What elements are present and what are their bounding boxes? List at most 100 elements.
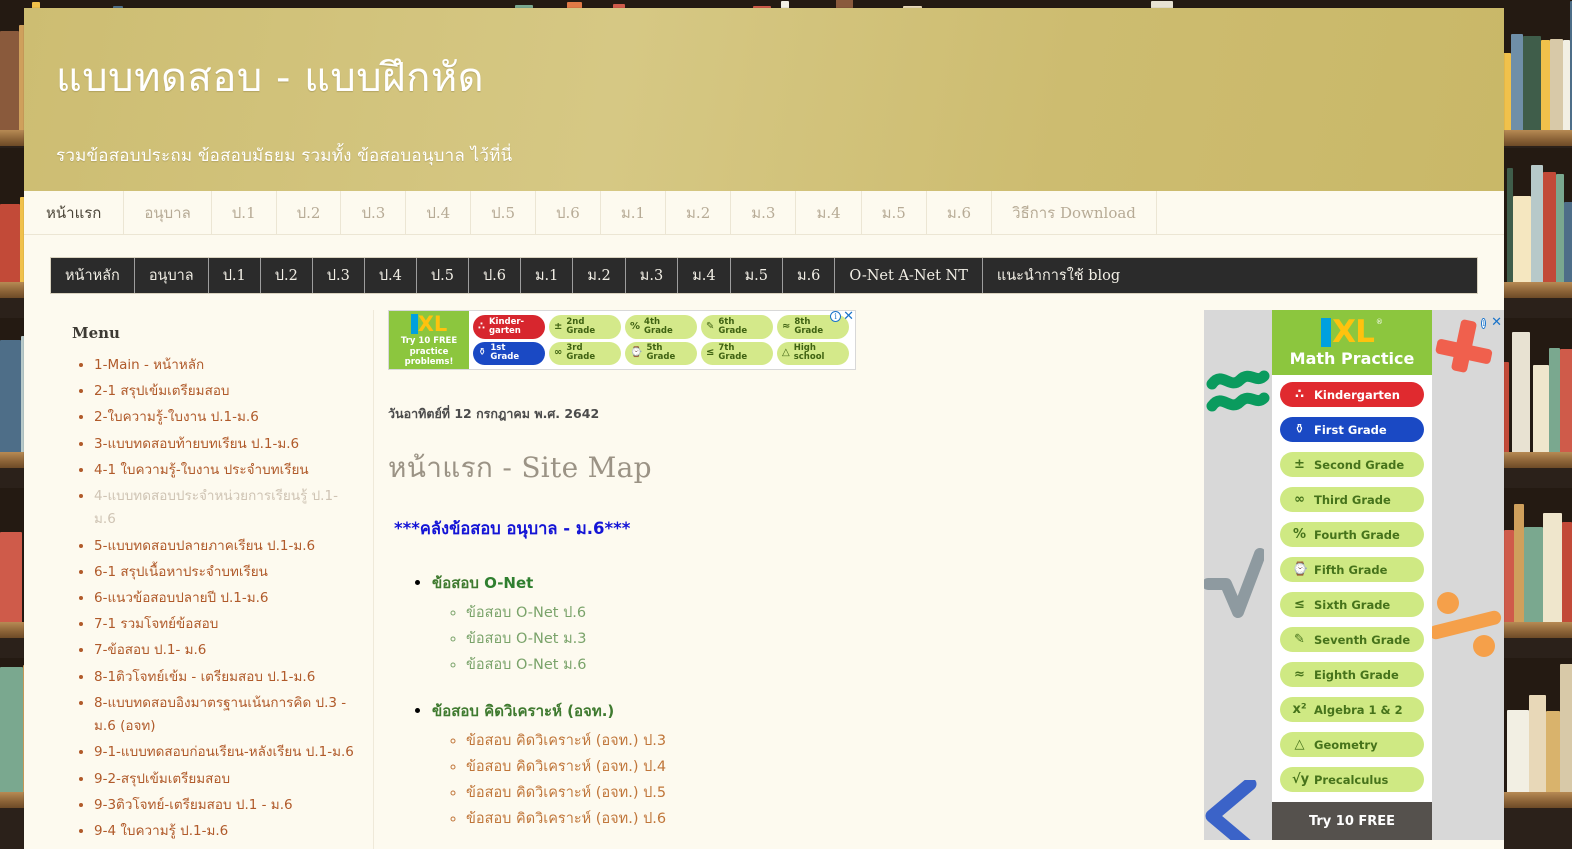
nav-item-14[interactable]: O-Net A-Net NT xyxy=(835,258,983,293)
skyad-footer-cta[interactable]: Try 10 FREE xyxy=(1272,802,1432,840)
tabbar-item-5[interactable]: ป.4 xyxy=(406,191,472,234)
sidebar-menu-item[interactable]: 9-2-สรุปเข้มเตรียมสอบ xyxy=(94,768,355,791)
ad-grade-pill[interactable]: ⚱ 1st Grade xyxy=(473,341,545,365)
sidebar-menu-item[interactable]: 8-แบบทดสอบอิงมาตรฐานเน้นการคิด ป.3 - ม.6… xyxy=(94,692,355,738)
sidebar-menu-item-label[interactable]: 7-ข้อสอบ ป.1- ม.6 xyxy=(94,642,206,658)
sitemap-group-heading[interactable]: ข้อสอบ O-Net xyxy=(432,570,1180,597)
sitemap-link[interactable]: ข้อสอบ คิดวิเคราะห์ (อจท.) ป.6 xyxy=(466,807,1180,833)
sidebar-menu-item-label[interactable]: 8-แบบทดสอบอิงมาตรฐานเน้นการคิด ป.3 - ม.6… xyxy=(94,695,346,734)
skyad-grade-pill[interactable]: ∴ Kindergarten xyxy=(1280,382,1424,407)
ad-grade-pill[interactable]: ±2nd Grade xyxy=(549,315,621,339)
sidebar-menu-item-label[interactable]: 2-ใบความรู้-ใบงาน ป.1-ม.6 xyxy=(94,409,259,425)
skyad-adchoices-info-icon[interactable]: i xyxy=(1481,318,1486,329)
sidebar-menu-item[interactable]: 7-ข้อสอบ ป.1- ม.6 xyxy=(94,639,355,662)
tabbar-item-11[interactable]: ม.4 xyxy=(796,191,862,234)
tabbar-item-9[interactable]: ม.2 xyxy=(666,191,732,234)
tabbar-item-2[interactable]: ป.1 xyxy=(212,191,277,234)
sitemap-link[interactable]: ข้อสอบ O-Net ป.6 xyxy=(466,601,1180,627)
nav-item-10[interactable]: ม.3 xyxy=(626,258,679,293)
tabbar-item-4[interactable]: ป.3 xyxy=(341,191,407,234)
sidebar-menu-item[interactable]: 6-แนวข้อสอบปลายปี ป.1-ม.6 xyxy=(94,587,355,610)
tabbar-item-6[interactable]: ป.5 xyxy=(471,191,536,234)
sitemap-group-heading[interactable]: ข้อสอบ คิดวิเคราะห์ (อจท.) xyxy=(432,698,1180,725)
ad-close-icon[interactable]: ✕ xyxy=(843,310,854,323)
tabbar-item-0[interactable]: หน้าแรก xyxy=(24,191,125,234)
nav-item-4[interactable]: ป.3 xyxy=(313,258,365,293)
sitemap-link[interactable]: ข้อสอบ คิดวิเคราะห์ (อจท.) ป.4 xyxy=(466,755,1180,781)
sidebar-menu-item-label[interactable]: 2-1 สรุปเข้มเตรียมสอบ xyxy=(94,383,230,399)
sidebar-menu-item[interactable]: 9-3ติวโจทย์-เตรียมสอบ ป.1 - ม.6 xyxy=(94,794,355,817)
skyad-grade-pill[interactable]: ± Second Grade xyxy=(1280,452,1424,477)
nav-item-5[interactable]: ป.4 xyxy=(365,258,417,293)
sidebar-menu-item-label[interactable]: 4-1 ใบความรู้-ใบงาน ประจำบทเรียน xyxy=(94,462,309,478)
tabbar-item-7[interactable]: ป.6 xyxy=(536,191,601,234)
skyad-grade-pill[interactable]: ⌚ Fifth Grade xyxy=(1280,557,1424,582)
sidebar-menu-item[interactable]: 6-1 สรุปเนื้อหาประจำบทเรียน xyxy=(94,561,355,584)
nav-item-7[interactable]: ป.6 xyxy=(469,258,521,293)
sidebar-menu-item[interactable]: 2-1 สรุปเข้มเตรียมสอบ xyxy=(94,380,355,403)
nav-item-0[interactable]: หน้าหลัก xyxy=(51,258,135,293)
sidebar-menu-item[interactable]: 9-1-แบบทดสอบก่อนเรียน-หลังเรียน ป.1-ม.6 xyxy=(94,741,355,764)
sidebar-menu-item-label[interactable]: 9-4 ใบความรู้ ป.1-ม.6 xyxy=(94,823,228,839)
ad-grade-pill[interactable]: ∴ Kinder-garten xyxy=(473,315,545,339)
skyad-grade-pill[interactable]: ∞ Third Grade xyxy=(1280,487,1424,512)
tabbar-item-14[interactable]: วิธีการ Download xyxy=(992,191,1157,234)
skyad-grade-pill[interactable]: ✎ Seventh Grade xyxy=(1280,627,1424,652)
sidebar-menu-item-label[interactable]: 4-แบบทดสอบประจำหน่วยการเรียนรู้ ป.1-ม.6 xyxy=(94,488,338,527)
sidebar-menu-item-label[interactable]: 9-1-แบบทดสอบก่อนเรียน-หลังเรียน ป.1-ม.6 xyxy=(94,744,354,760)
nav-item-8[interactable]: ม.1 xyxy=(521,258,574,293)
sidebar-menu-item[interactable]: 4-แบบทดสอบประจำหน่วยการเรียนรู้ ป.1-ม.6 xyxy=(94,485,355,531)
sitemap-link[interactable]: ข้อสอบ O-Net ม.3 xyxy=(466,627,1180,653)
sitemap-link[interactable]: ข้อสอบ O-Net ม.6 xyxy=(466,653,1180,679)
sidebar-menu-item-label[interactable]: 3-แบบทดสอบท้ายบทเรียน ป.1-ม.6 xyxy=(94,436,299,452)
skyad-grade-pill[interactable]: ≈ Eighth Grade xyxy=(1280,662,1424,687)
leaderboard-ad[interactable]: XL Try 10 FREE practice problems! ∴ Kinde… xyxy=(388,310,856,370)
sidebar-menu-item[interactable]: 9-4 ใบความรู้ ป.1-ม.6 xyxy=(94,820,355,843)
adchoices-info-icon[interactable]: i xyxy=(830,311,842,322)
tabbar-item-12[interactable]: ม.5 xyxy=(862,191,927,234)
adchoices-controls[interactable]: i ✕ xyxy=(830,310,854,323)
tabbar-item-13[interactable]: ม.6 xyxy=(927,191,993,234)
nav-item-12[interactable]: ม.5 xyxy=(731,258,784,293)
ad-grade-pill[interactable]: ✎ 6th Grade xyxy=(701,315,773,339)
tabbar-item-8[interactable]: ม.1 xyxy=(601,191,667,234)
sidebar-menu-item[interactable]: 3-แบบทดสอบท้ายบทเรียน ป.1-ม.6 xyxy=(94,433,355,456)
sidebar-menu-item-label[interactable]: 7-1 รวมโจทย์ข้อสอบ xyxy=(94,616,218,632)
ad-grade-pill[interactable]: △ High school xyxy=(777,341,849,365)
skyad-grade-pill[interactable]: % Fourth Grade xyxy=(1280,522,1424,547)
skyad-grade-pill[interactable]: x² Algebra 1 & 2 xyxy=(1280,697,1424,722)
ad-grade-pill[interactable]: ⌚ 5th Grade xyxy=(625,341,697,365)
nav-item-1[interactable]: อนุบาล xyxy=(135,258,209,293)
skyad-grade-pill[interactable]: √y Precalculus xyxy=(1280,767,1424,792)
nav-item-6[interactable]: ป.5 xyxy=(417,258,469,293)
ad-grade-pill[interactable]: ≤7th Grade xyxy=(701,341,773,365)
skyad-grade-pill[interactable]: ⚱ First Grade xyxy=(1280,417,1424,442)
nav-item-9[interactable]: ม.2 xyxy=(573,258,626,293)
sidebar-menu-item-label[interactable]: 6-แนวข้อสอบปลายปี ป.1-ม.6 xyxy=(94,590,269,606)
sidebar-menu-item[interactable]: 8-1ติวโจทย์เข้ม - เตรียมสอบ ป.1-ม.6 xyxy=(94,666,355,689)
skyscraper-ad[interactable]: i ✕ XL ® Math Practice ∴ Kindergarten ⚱ … xyxy=(1204,310,1504,840)
nav-item-2[interactable]: ป.1 xyxy=(209,258,261,293)
sidebar-menu-item[interactable]: 5-แบบทดสอบปลายภาคเรียน ป.1-ม.6 xyxy=(94,535,355,558)
sidebar-menu-item-label[interactable]: 9-3ติวโจทย์-เตรียมสอบ ป.1 - ม.6 xyxy=(94,797,293,813)
sidebar-menu-item[interactable]: 7-1 รวมโจทย์ข้อสอบ xyxy=(94,613,355,636)
skyad-grade-pill[interactable]: ≤ Sixth Grade xyxy=(1280,592,1424,617)
tabbar-item-1[interactable]: อนุบาล xyxy=(124,191,212,234)
tabbar-item-3[interactable]: ป.2 xyxy=(277,191,342,234)
sitemap-link[interactable]: ข้อสอบ คิดวิเคราะห์ (อจท.) ป.3 xyxy=(466,729,1180,755)
nav-item-15[interactable]: แนะนำการใช้ blog xyxy=(983,258,1134,293)
sidebar-menu-item-label[interactable]: 5-แบบทดสอบปลายภาคเรียน ป.1-ม.6 xyxy=(94,538,315,554)
sidebar-menu-item-label[interactable]: 1-Main - หน้าหลัก xyxy=(94,357,204,373)
sidebar-menu-item[interactable]: 2-ใบความรู้-ใบงาน ป.1-ม.6 xyxy=(94,406,355,429)
sitemap-link[interactable]: ข้อสอบ คิดวิเคราะห์ (อจท.) ป.5 xyxy=(466,781,1180,807)
skyad-grade-pill[interactable]: △ Geometry xyxy=(1280,732,1424,757)
nav-item-3[interactable]: ป.2 xyxy=(261,258,313,293)
ad-grade-pill[interactable]: % 4th Grade xyxy=(625,315,697,339)
skyad-close-icon[interactable]: ✕ xyxy=(1491,315,1502,330)
ad-grade-pill[interactable]: ∞ 3rd Grade xyxy=(549,341,621,365)
sidebar-menu-item[interactable]: 1-Main - หน้าหลัก xyxy=(94,354,355,377)
sidebar-menu-item-label[interactable]: 6-1 สรุปเนื้อหาประจำบทเรียน xyxy=(94,564,268,580)
sidebar-menu-item[interactable]: 4-1 ใบความรู้-ใบงาน ประจำบทเรียน xyxy=(94,459,355,482)
sidebar-menu-item-label[interactable]: 8-1ติวโจทย์เข้ม - เตรียมสอบ ป.1-ม.6 xyxy=(94,669,315,685)
sidebar-menu-item-label[interactable]: 9-2-สรุปเข้มเตรียมสอบ xyxy=(94,771,230,787)
